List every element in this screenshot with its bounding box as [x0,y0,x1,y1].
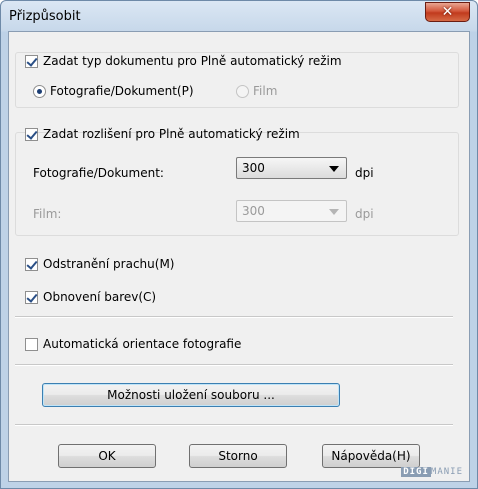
photo-resolution-label-text: Fotografie/Dokument: [33,166,164,180]
film-resolution-label-text: Film: [33,207,62,221]
color-restoration-checkbox[interactable] [25,290,38,304]
dropdown-arrow-icon [329,209,339,215]
save-options-button[interactable]: Možnosti uložení souboru ... [42,383,340,407]
resolution-checkbox-row[interactable]: Zadat rozlišení pro Plně automatický rež… [25,127,300,141]
dialog-window: Přizpůsobit ✕ Zadat typ dokumentu pro Pl… [0,0,478,489]
ok-label: OK [98,449,116,463]
film-resolution-select[interactable]: 300 [236,200,347,222]
watermark-logo: DIGI MANIE [401,467,463,477]
separator-2 [15,364,453,366]
auto-orientation-checkbox[interactable] [25,337,38,351]
ok-button[interactable]: OK [58,444,156,468]
close-icon: ✕ [441,4,454,20]
dust-removal-row[interactable]: Odstranění prachu(M) [25,257,174,271]
document-type-checkbox-row[interactable]: Zadat typ dokumentu pro Plně automatický… [25,54,342,68]
window-title: Přizpůsobit [9,9,81,24]
dust-removal-checkbox[interactable] [25,257,38,271]
cancel-label: Storno [218,449,258,463]
color-restoration-row[interactable]: Obnovení barev(C) [25,290,156,304]
photo-resolution-value: 300 [242,161,265,175]
film-resolution-value: 300 [242,204,265,218]
cancel-button[interactable]: Storno [189,444,287,468]
color-restoration-label: Obnovení barev(C) [43,290,157,304]
photo-unit-text: dpi [355,166,374,180]
separator-1 [15,316,453,318]
photo-resolution-select[interactable]: 300 [236,157,347,179]
film-resolution-unit: dpi [355,207,374,221]
title-bar[interactable]: Přizpůsobit ✕ [1,1,477,31]
film-resolution-label: Film: [33,207,61,221]
watermark-right: MANIE [430,467,463,477]
film-unit-text: dpi [355,207,374,221]
radio-film-circle[interactable] [236,84,249,98]
radio-film-label: Film [253,84,278,98]
radio-dot-icon[interactable] [33,84,46,98]
close-button[interactable]: ✕ [425,2,470,22]
document-type-checkbox[interactable] [25,54,38,68]
photo-resolution-unit: dpi [355,166,374,180]
radio-photo-document[interactable]: Fotografie/Dokument(P) [33,84,194,98]
radio-photo-label: Fotografie/Dokument(P) [50,84,194,98]
resolution-checkbox-label: Zadat rozlišení pro Plně automatický rež… [43,127,300,141]
auto-orientation-label: Automatická orientace fotografie [43,337,242,351]
photo-resolution-label: Fotografie/Dokument: [33,166,164,180]
radio-film[interactable]: Film [236,84,277,98]
document-type-checkbox-label: Zadat typ dokumentu pro Plně automatický… [43,54,342,68]
resolution-checkbox[interactable] [25,127,38,141]
watermark-left: DIGI [401,467,431,477]
separator-3 [15,424,453,426]
dialog-client-area: Zadat typ dokumentu pro Plně automatický… [8,31,470,482]
help-button[interactable]: Nápověda(H) [322,444,420,468]
save-options-label: Možnosti uložení souboru ... [107,388,275,402]
dust-removal-label: Odstranění prachu(M) [43,257,175,271]
auto-orientation-row[interactable]: Automatická orientace fotografie [25,337,241,351]
help-label: Nápověda(H) [331,449,411,463]
dropdown-arrow-icon [329,166,339,172]
